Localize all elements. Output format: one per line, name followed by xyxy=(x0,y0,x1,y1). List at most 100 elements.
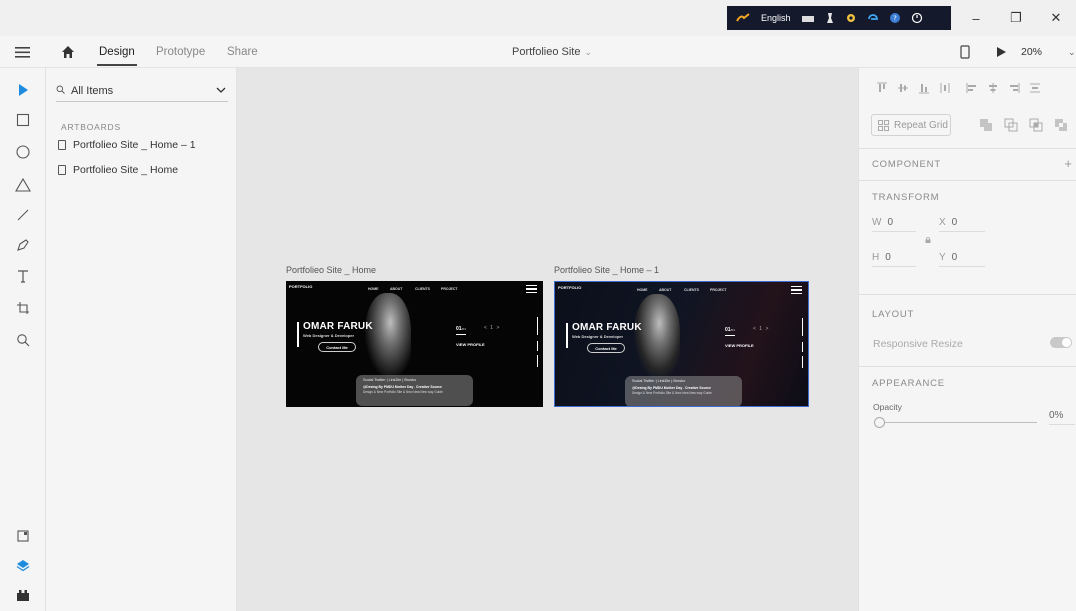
subtract-icon[interactable] xyxy=(1004,118,1022,132)
exclude-overlap-icon[interactable] xyxy=(1054,118,1072,132)
pen-icon[interactable] xyxy=(13,235,33,255)
artboards-section-title: ARTBOARDS xyxy=(61,122,121,132)
opacity-slider-handle[interactable] xyxy=(874,417,885,428)
y-field[interactable]: Y0 xyxy=(939,249,985,267)
slide-underline xyxy=(725,335,735,336)
x-value: 0 xyxy=(951,217,958,228)
browser-icon[interactable] xyxy=(867,12,879,24)
add-union-icon[interactable] xyxy=(979,118,997,132)
restore-button[interactable]: ❐ xyxy=(996,0,1036,36)
lock-aspect-icon[interactable] xyxy=(925,234,931,243)
portrait-photo xyxy=(634,294,680,378)
play-preview-icon[interactable] xyxy=(995,44,1007,60)
distribute-horizontal-icon[interactable] xyxy=(934,80,955,96)
nav-link: HOME xyxy=(368,287,379,291)
align-top-icon[interactable] xyxy=(871,80,892,96)
nav-link: PROJECT xyxy=(441,287,458,291)
document-title-dropdown[interactable]: Portfolieo Site ⌄ xyxy=(512,46,592,58)
repeat-grid-button[interactable]: Repeat Grid xyxy=(871,114,951,136)
artboard-label[interactable]: Portfolieo Site _ Home – 1 xyxy=(554,265,659,275)
height-field[interactable]: H0 xyxy=(872,249,916,267)
side-line xyxy=(802,342,803,352)
height-label: H xyxy=(872,252,880,263)
view-profile-link: VIEW PROFILE xyxy=(456,342,485,347)
nav-link: ABOUT xyxy=(659,288,672,292)
x-field[interactable]: X0 xyxy=(939,214,985,232)
zoom-icon[interactable] xyxy=(13,330,33,350)
side-line xyxy=(537,341,538,351)
hero-name: OMAR FARUK xyxy=(572,322,642,333)
distribute-vertical-icon[interactable] xyxy=(1024,80,1045,96)
align-bottom-icon[interactable] xyxy=(913,80,934,96)
layer-filter-dropdown[interactable]: All Items xyxy=(56,80,228,102)
triangle-icon[interactable] xyxy=(13,175,33,195)
artboard-icon[interactable] xyxy=(13,298,33,318)
footer-social: Social Twitter | LinkDin | Brosko xyxy=(363,378,417,382)
minimize-button[interactable]: – xyxy=(956,0,996,36)
artboard-home[interactable]: PORTFOLIO HOME ABOUT CLIENTS PROJECT OMA… xyxy=(286,281,543,407)
appearance-section-title: APPEARANCE xyxy=(872,378,945,389)
responsive-resize-toggle[interactable] xyxy=(1050,337,1072,348)
line-icon[interactable] xyxy=(13,205,33,225)
layer-item[interactable]: Portfolieo Site _ Home xyxy=(58,162,178,178)
device-preview-icon[interactable] xyxy=(960,44,970,60)
accent-bar xyxy=(566,323,568,348)
footer-card: Social Twitter | LinkDin | Brosko @Desin… xyxy=(625,376,742,406)
align-center-icon[interactable] xyxy=(982,80,1003,96)
opacity-value-field[interactable]: 0% xyxy=(1049,410,1075,425)
design-canvas[interactable]: Portfolieo Site _ Home PORTFOLIO HOME AB… xyxy=(237,68,858,611)
plugins-icon[interactable] xyxy=(13,585,33,605)
home-icon[interactable] xyxy=(60,44,76,60)
side-line xyxy=(537,317,538,335)
gear-icon[interactable] xyxy=(845,12,857,24)
artboard-layer-icon xyxy=(58,140,66,150)
tab-prototype[interactable]: Prototype xyxy=(156,46,205,58)
layout-section-title: LAYOUT xyxy=(872,309,915,320)
footer-credit: @Desing By PMDU Mother Day . Creative So… xyxy=(363,385,442,389)
tab-share[interactable]: Share xyxy=(227,46,258,58)
select-icon[interactable] xyxy=(13,80,33,100)
align-right-icon[interactable] xyxy=(1003,80,1024,96)
divider xyxy=(859,366,1076,367)
width-field[interactable]: W0 xyxy=(872,214,916,232)
view-profile-link: VIEW PROFILE xyxy=(725,343,754,348)
zoom-chevron-icon[interactable]: ⌄ xyxy=(1068,44,1076,60)
text-icon[interactable] xyxy=(13,266,33,286)
chevron-down-icon: ⌄ xyxy=(584,47,593,57)
ime-language[interactable]: English xyxy=(761,13,791,23)
close-button[interactable]: ✕ xyxy=(1036,0,1076,36)
intersect-icon[interactable] xyxy=(1029,118,1047,132)
zoom-level[interactable]: 20% xyxy=(1021,44,1042,60)
window-controls: – ❐ ✕ xyxy=(956,0,1076,36)
artboard-label[interactable]: Portfolieo Site _ Home xyxy=(286,265,376,275)
ime-logo-icon[interactable] xyxy=(735,12,751,24)
help-icon[interactable]: ? xyxy=(889,12,901,24)
app-toolbar: Design Prototype Share Portfolieo Site ⌄ … xyxy=(0,36,1076,68)
search-icon xyxy=(56,85,65,97)
nav-link: CLIENTS xyxy=(684,288,699,292)
rectangle-icon[interactable] xyxy=(13,110,33,130)
nav-link: PROJECT xyxy=(710,288,727,292)
layer-item-label: Portfolieo Site _ Home – 1 xyxy=(73,139,196,151)
slide-total: /04 xyxy=(461,327,466,331)
transform-section-title: TRANSFORM xyxy=(872,192,940,203)
layers-icon[interactable] xyxy=(13,555,33,575)
keyboard-icon[interactable] xyxy=(801,13,815,23)
layer-item[interactable]: Portfolieo Site _ Home – 1 xyxy=(58,137,196,153)
power-icon[interactable] xyxy=(911,12,923,24)
align-middle-icon[interactable] xyxy=(892,80,913,96)
tab-design[interactable]: Design xyxy=(97,46,137,66)
artboard-home-1[interactable]: PORTFOLIO HOME ABOUT CLIENTS PROJECT OMA… xyxy=(554,281,809,407)
title-bar: English ? – ❐ ✕ xyxy=(0,0,1076,36)
ellipse-icon[interactable] xyxy=(13,142,33,162)
assets-icon[interactable] xyxy=(13,526,33,546)
align-left-icon[interactable] xyxy=(961,80,982,96)
footer-card: Social Twitter | LinkDin | Brosko @Desin… xyxy=(356,375,473,406)
opacity-slider-track[interactable] xyxy=(885,422,1037,423)
divider xyxy=(859,180,1076,181)
tool-icon[interactable] xyxy=(825,12,835,24)
hamburger-menu-icon[interactable] xyxy=(14,44,32,60)
add-component-button[interactable]: + xyxy=(1064,156,1072,171)
document-title: Portfolieo Site xyxy=(512,46,581,58)
property-inspector: Repeat Grid COMPONENT + TRANSFORM W0 X0 … xyxy=(858,68,1076,611)
